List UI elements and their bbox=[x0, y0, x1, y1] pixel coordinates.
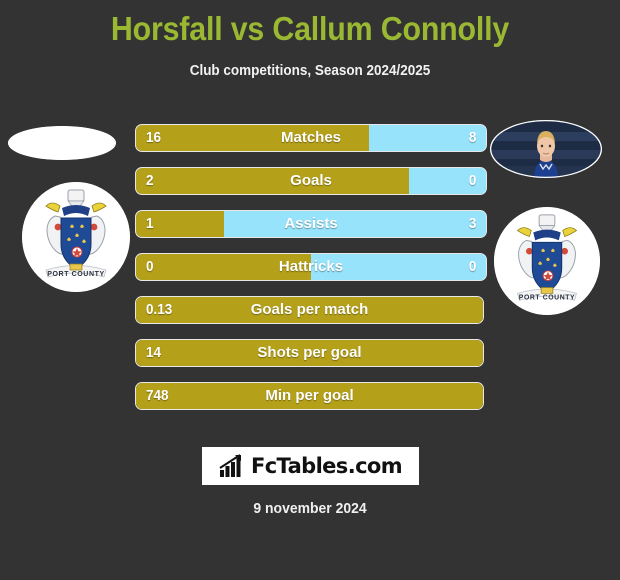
stat-away-value: 0 bbox=[468, 172, 476, 189]
stat-bar bbox=[135, 253, 487, 281]
stat-home-value: 0 bbox=[146, 258, 154, 275]
stat-bar-home-segment bbox=[136, 383, 483, 409]
away-club-crest: PORT COUNTY bbox=[494, 207, 600, 315]
stat-home-value: 16 bbox=[146, 129, 162, 146]
stat-bar-home-segment bbox=[136, 297, 483, 323]
svg-text:PORT COUNTY: PORT COUNTY bbox=[519, 294, 575, 301]
page-title: Horsfall vs Callum Connolly bbox=[110, 10, 510, 47]
stat-bar bbox=[135, 382, 484, 410]
home-player-photo bbox=[8, 126, 116, 160]
stat-bar-home-segment bbox=[136, 340, 483, 366]
stat-bar bbox=[135, 296, 484, 324]
stat-row: 2 0 Goals bbox=[135, 167, 487, 195]
stat-row: 0.13 Goals per match bbox=[135, 296, 487, 324]
home-club-crest: PORT COUNTY bbox=[22, 182, 130, 292]
stat-bar bbox=[135, 167, 487, 195]
page-subtitle: Club competitions, Season 2024/2025 bbox=[189, 63, 431, 79]
stat-away-value: 0 bbox=[468, 258, 476, 275]
svg-text:PORT COUNTY: PORT COUNTY bbox=[47, 271, 105, 278]
stat-away-value: 8 bbox=[468, 129, 476, 146]
stat-row: 0 0 Hattricks bbox=[135, 253, 487, 281]
stat-bars-list: 16 8 Matches 2 0 Goals 1 3 Assists 0 0 Hattricks 0.1… bbox=[135, 124, 487, 425]
stat-row: 16 8 Matches bbox=[135, 124, 487, 152]
stat-home-value: 2 bbox=[146, 172, 154, 189]
fctables-logo-text: FcTables.com bbox=[250, 454, 403, 478]
stat-row: 1 3 Assists bbox=[135, 210, 487, 238]
stat-bar-away-segment bbox=[311, 254, 486, 280]
stat-home-value: 748 bbox=[146, 387, 169, 404]
report-date: 9 november 2024 bbox=[253, 500, 367, 517]
fctables-logo[interactable]: FcTables.com bbox=[202, 447, 419, 485]
stat-home-value: 14 bbox=[146, 344, 162, 361]
stat-row: 748 Min per goal bbox=[135, 382, 487, 410]
stat-away-value: 3 bbox=[468, 215, 476, 232]
stat-row: 14 Shots per goal bbox=[135, 339, 487, 367]
away-player-photo bbox=[490, 120, 602, 178]
stat-bar-home-segment bbox=[136, 254, 311, 280]
stat-bar-home-segment bbox=[136, 125, 370, 151]
stat-bar-away-segment bbox=[223, 211, 486, 237]
stat-bar bbox=[135, 210, 487, 238]
stat-bar bbox=[135, 124, 487, 152]
stat-bar-home-segment bbox=[136, 168, 409, 194]
stat-bar bbox=[135, 339, 484, 367]
stat-home-value: 1 bbox=[146, 215, 154, 232]
stat-home-value: 0.13 bbox=[146, 301, 173, 318]
bar-chart-icon bbox=[219, 454, 241, 477]
stat-comparison-page: Horsfall vs Callum Connolly Club competi… bbox=[0, 0, 620, 580]
